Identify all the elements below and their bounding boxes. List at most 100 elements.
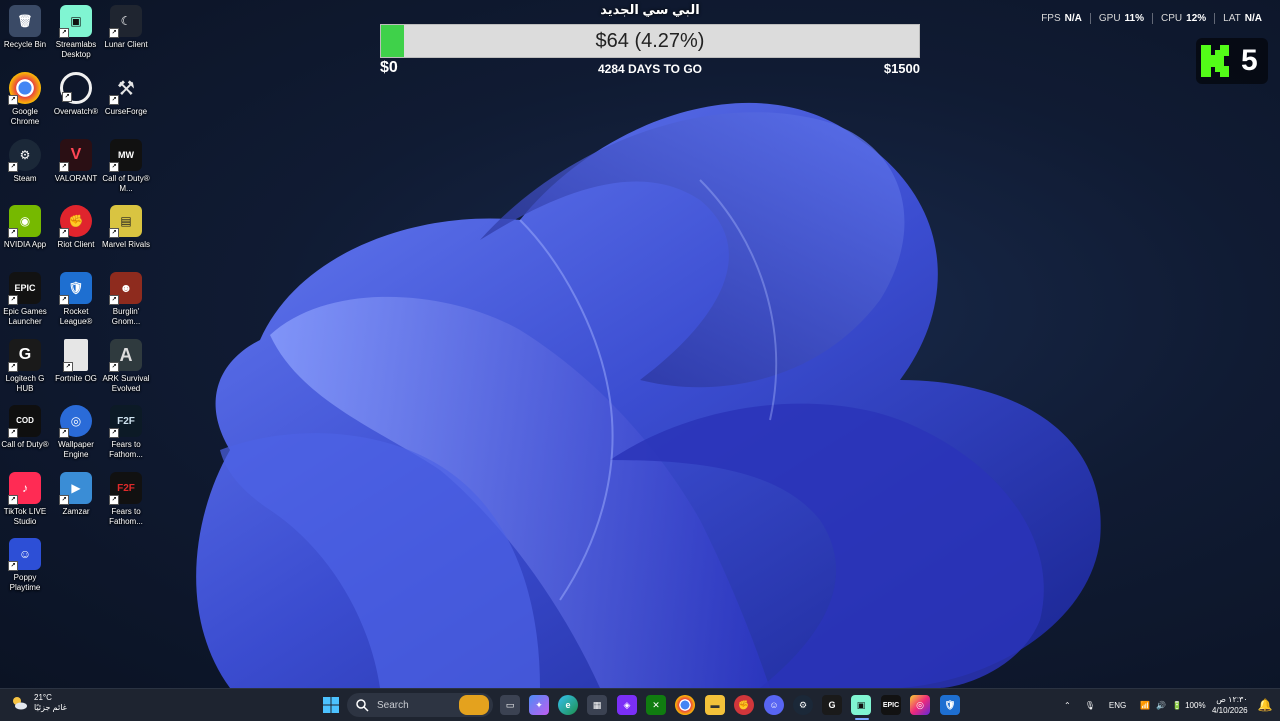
desktop-icon-valorant[interactable]: V ↗ VALORANT [51, 139, 101, 184]
chrome-icon: ↗ [8, 72, 41, 105]
desktop-icon-label: Call of Duty® [1, 440, 49, 449]
steam-taskbar-icon[interactable]: ⚙ [793, 695, 813, 715]
wifi-icon[interactable]: 📶 [1140, 701, 1150, 710]
discord-icon[interactable]: ☺ [764, 695, 784, 715]
desktop-icon-fears-to-fathom-2[interactable]: F2F ↗ Fears to Fathom... [101, 472, 151, 527]
volume-icon[interactable]: 🔊 [1156, 701, 1166, 710]
desktop-icon-label: Steam [13, 174, 37, 183]
xbox-icon[interactable]: ✕ [646, 695, 666, 715]
steam-icon: ⚙ ↗ [8, 139, 41, 172]
goal-progress-bar: $64 (4.27%) [380, 24, 920, 58]
curseforge-icon: ⚒ ↗ [109, 72, 142, 105]
desktop-icon-lunar-client[interactable]: ☾ ↗ Lunar Client [101, 5, 151, 50]
system-tray: ⌃ 🎙 ENG 📶 🔊 🔋 100% [1064, 689, 1206, 721]
kick-logo-icon [1201, 45, 1229, 77]
desktop-icon-label: Logitech G HUB [5, 374, 45, 393]
desktop-icon-label: Recycle Bin [3, 40, 47, 49]
recycle-bin-icon: 🗑 [9, 5, 41, 37]
desktop-icon-fortnite-og[interactable]: ↗ Fortnite OG [51, 339, 101, 384]
desktop-icon-poppy-playtime[interactable]: ☺ ↗ Poppy Playtime [0, 538, 50, 593]
desktop-icon-nvidia[interactable]: ◉ ↗ NVIDIA App [0, 205, 50, 250]
desktop-icon-label: Google Chrome [10, 107, 40, 126]
desktop-icon-rocket-league[interactable]: 🛡 ↗ Rocket League® [51, 272, 101, 327]
tiktok-icon: ♪ ↗ [8, 472, 41, 505]
desktop-icon-curseforge[interactable]: ⚒ ↗ CurseForge [101, 72, 151, 117]
desktop-icon-epic-games[interactable]: EPIC ↗ Epic Games Launcher [0, 272, 50, 327]
instagram-icon[interactable]: ◎ [910, 695, 930, 715]
streamlabs-taskbar-icon[interactable]: ▣ [851, 695, 871, 715]
desktop-icon-riot-client[interactable]: ✊ ↗ Riot Client [51, 205, 101, 250]
desktop-icon-streamlabs[interactable]: ▣ ↗ Streamlabs Desktop [51, 5, 101, 60]
desktop-icon-recycle-bin[interactable]: 🗑 Recycle Bin [0, 5, 50, 50]
zamzar-icon: ▶ ↗ [59, 472, 92, 505]
desktop-icon-burglin-gnomes[interactable]: ☻ ↗ Burglin' Gnom... [101, 272, 151, 327]
cod-icon: COD ↗ [8, 405, 41, 438]
overwatch-icon: ↗ [60, 72, 92, 104]
discord-like-app-icon[interactable]: ◈ [617, 695, 637, 715]
goal-amount-text: $64 (4.27%) [595, 30, 705, 52]
wallpaper-engine-icon: ◎ ↗ [59, 405, 92, 438]
chevron-up-icon[interactable]: ⌃ [1064, 701, 1071, 710]
desktop-icon-label: Fears to Fathom... [109, 440, 143, 459]
desktop-icon-chrome[interactable]: ↗ Google Chrome [0, 72, 50, 127]
logitech-taskbar-icon[interactable]: G [822, 695, 842, 715]
taskbar: 21°C غائم جزئيًا Search ▭ ✦ e ▦ ◈ ✕ ▬ ✊ … [0, 688, 1280, 721]
microphone-icon[interactable]: 🎙 [1085, 701, 1095, 710]
desktop-icon-label: Riot Client [57, 240, 95, 249]
desktop-icon-logitech[interactable]: G ↗ Logitech G HUB [0, 339, 50, 394]
battery-icon[interactable]: 🔋 [1172, 701, 1182, 710]
desktop-icon-wallpaper-engine[interactable]: ◎ ↗ Wallpaper Engine [51, 405, 101, 460]
rocket-league-icon: 🛡 ↗ [59, 272, 92, 305]
clock[interactable]: ١٢:٣٠ ص 4/10/2026 [1212, 694, 1248, 716]
gpu-readout: GPU 11% [1089, 13, 1152, 24]
clock-time: ١٢:٣٠ ص [1216, 695, 1248, 704]
language-indicator[interactable]: ENG [1109, 701, 1126, 710]
chrome-taskbar-icon[interactable] [675, 695, 695, 715]
riot-client-icon: ✊ ↗ [59, 205, 92, 238]
desktop-icon-ark[interactable]: A ↗ ARK Survival Evolved [101, 339, 151, 394]
latency-readout: LAT N/A [1214, 13, 1270, 24]
goal-title: البي سي الجديد [600, 2, 700, 17]
desktop-icon-cod-mw[interactable]: MW ↗ Call of Duty® M... [101, 139, 151, 194]
taskbar-search[interactable]: Search [347, 693, 493, 717]
desktop-icon-label: CurseForge [104, 107, 148, 116]
copilot-icon[interactable]: ✦ [529, 695, 549, 715]
notification-bell-icon[interactable]: 🔔 [1255, 695, 1275, 715]
edge-icon[interactable]: e [558, 695, 578, 715]
desktop-icon-label: NVIDIA App [3, 240, 47, 249]
desktop-icon-steam[interactable]: ⚙ ↗ Steam [0, 139, 50, 184]
task-view-icon[interactable]: ▭ [500, 695, 520, 715]
search-placeholder: Search [377, 699, 409, 711]
search-highlight-icon [459, 695, 489, 715]
desktop-icon-call-of-duty[interactable]: COD ↗ Call of Duty® [0, 405, 50, 450]
desktop-icon-label: Rocket League® [59, 307, 93, 326]
file-explorer-icon[interactable]: ▬ [705, 695, 725, 715]
start-button[interactable] [321, 695, 341, 715]
riot-taskbar-icon[interactable]: ✊ [734, 695, 754, 715]
weather-temp: 21°C [34, 693, 52, 702]
kick-viewer-widget: 5 [1196, 38, 1268, 84]
desktop-icon-tiktok-live[interactable]: ♪ ↗ TikTok LIVE Studio [0, 472, 50, 527]
rocket-league-taskbar-icon[interactable]: 🛡 [940, 695, 960, 715]
desktop-icon-fears-to-fathom-1[interactable]: F2F ↗ Fears to Fathom... [101, 405, 151, 460]
desktop-icon-label: Zamzar [62, 507, 90, 516]
clock-date: 4/10/2026 [1212, 706, 1248, 715]
lunar-client-icon: ☾ ↗ [109, 5, 142, 38]
desktop-icon-label: Streamlabs Desktop [55, 40, 97, 59]
partly-cloudy-icon [13, 697, 27, 710]
weather-widget[interactable]: 21°C غائم جزئيًا [10, 693, 67, 713]
desktop-icon-label: Epic Games Launcher [3, 307, 47, 326]
desktop-icon-marvel-rivals[interactable]: ▤ ↗ Marvel Rivals [101, 205, 151, 250]
streamlabs-icon: ▣ ↗ [59, 5, 92, 38]
desktop-icon-zamzar[interactable]: ▶ ↗ Zamzar [51, 472, 101, 517]
cpu-readout: CPU 12% [1152, 13, 1214, 24]
epic-taskbar-icon[interactable]: EPIC [881, 695, 901, 715]
valorant-icon: V ↗ [59, 139, 92, 172]
search-icon [356, 699, 369, 712]
desktop-icon-label: Burglin' Gnom... [111, 307, 141, 326]
store-icon[interactable]: ▦ [587, 695, 607, 715]
bloom-wallpaper-art [196, 102, 1101, 688]
desktop-icon-label: Call of Duty® M... [102, 174, 150, 193]
desktop-icon-overwatch[interactable]: ↗ Overwatch® [51, 72, 101, 117]
desktop-icon-label: Marvel Rivals [101, 240, 150, 249]
